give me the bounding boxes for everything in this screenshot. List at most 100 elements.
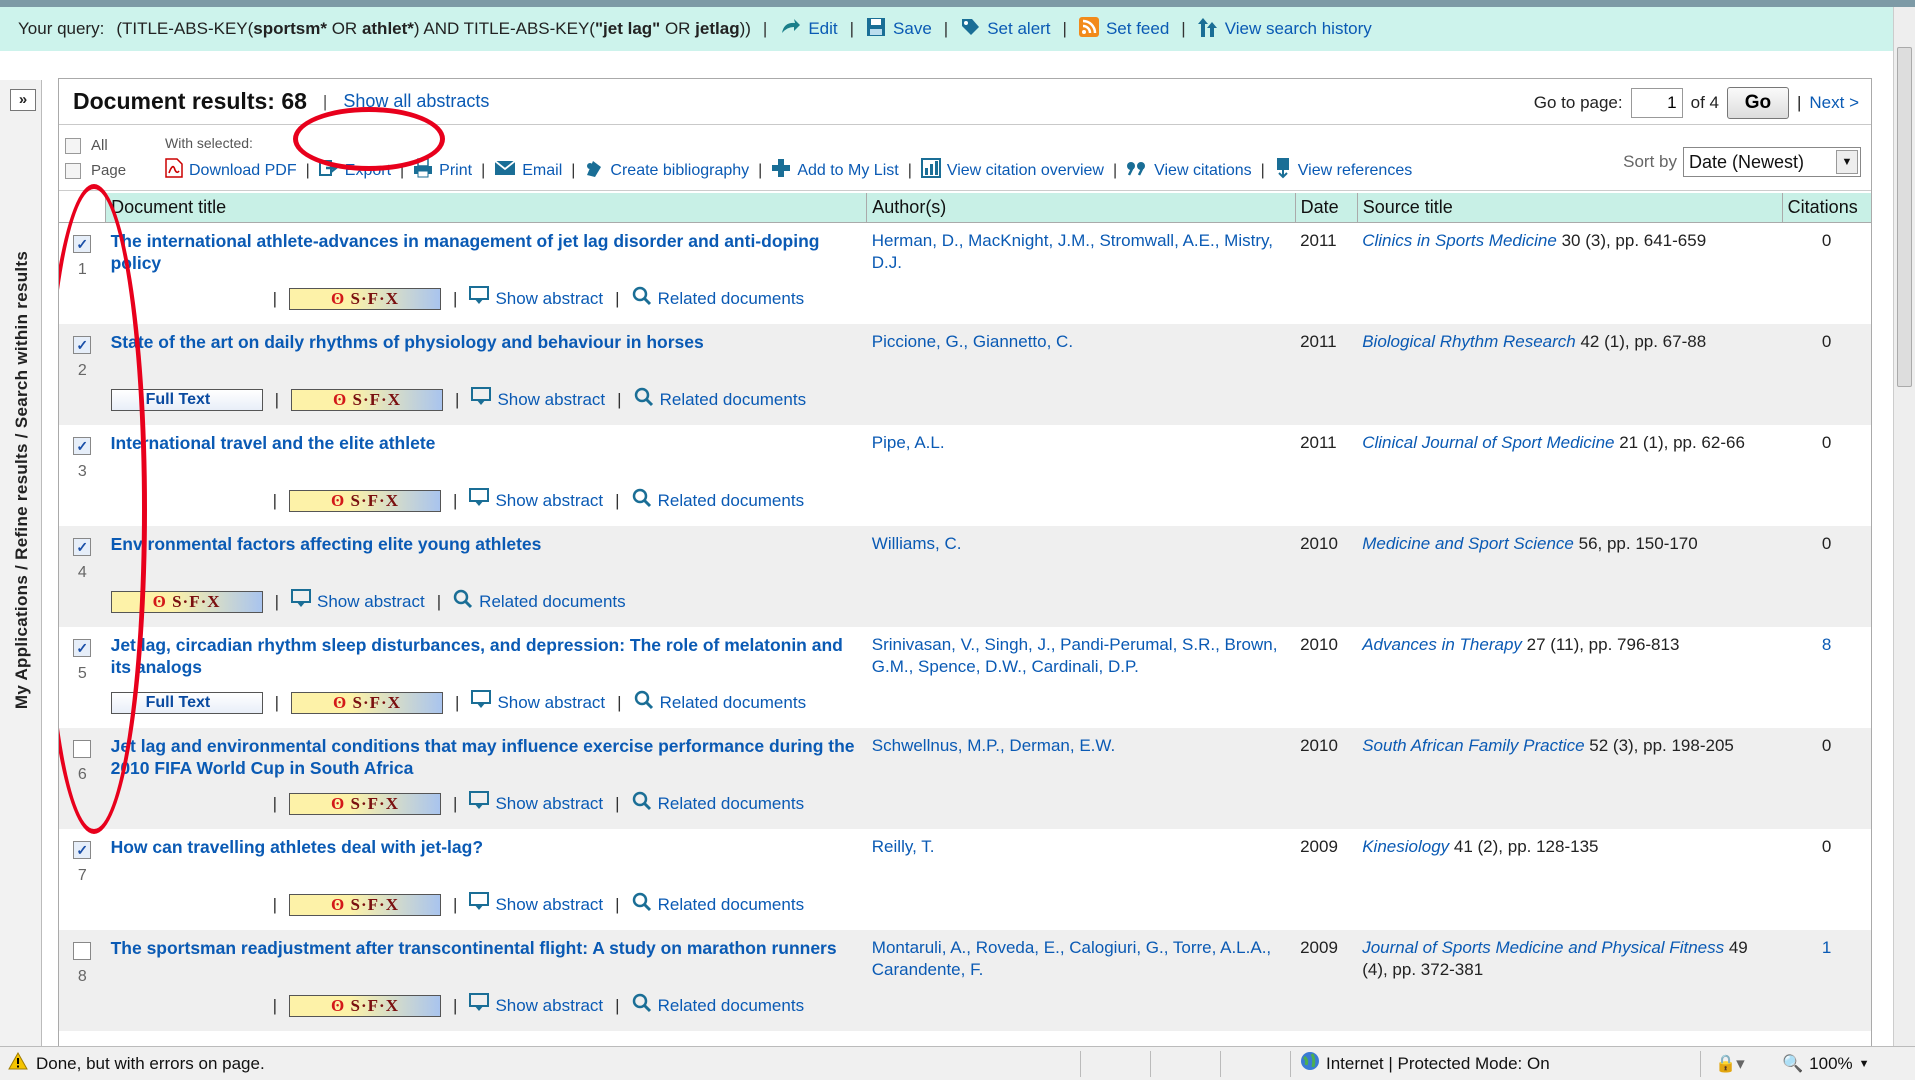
result-checkbox[interactable]	[73, 739, 92, 758]
sfx-button[interactable]: ʘ S·F·X	[289, 288, 442, 310]
save-search-link[interactable]: Save	[866, 17, 932, 42]
document-title-link[interactable]: State of the art on daily rhythms of phy…	[111, 331, 862, 379]
authors-link[interactable]: Schwellnus, M.P., Derman, E.W.	[872, 736, 1115, 755]
result-checkbox[interactable]: ✓	[73, 840, 92, 859]
magnifier-icon: 🔍	[1782, 1053, 1804, 1073]
authors-link[interactable]: Montaruli, A., Roveda, E., Calogiuri, G.…	[872, 938, 1271, 979]
source-title-link[interactable]: Advances in Therapy	[1362, 635, 1522, 654]
expand-sidebar-button[interactable]: »	[10, 89, 36, 111]
authors-link[interactable]: Williams, C.	[872, 534, 962, 553]
sfx-button[interactable]: ʘ S·F·X	[289, 893, 442, 916]
document-title-link[interactable]: The sportsman readjustment after transco…	[111, 937, 862, 985]
view-search-history-link[interactable]: View search history	[1197, 16, 1372, 43]
result-actions: | ʘ S·F·X | Show abstract | Related documents	[111, 992, 862, 1019]
security-zone[interactable]: Internet | Protected Mode: On	[1300, 1051, 1550, 1076]
related-documents-link[interactable]: Related documents	[453, 589, 626, 615]
related-documents-link[interactable]: Related documents	[632, 791, 804, 817]
related-documents-link[interactable]: Related documents	[632, 286, 804, 312]
column-header-date[interactable]: Date	[1294, 193, 1358, 223]
full-text-button[interactable]: Full Text	[110, 388, 263, 411]
authors-link[interactable]: Piccione, G., Giannetto, C.	[872, 332, 1073, 351]
citation-count[interactable]: 8	[1782, 627, 1871, 728]
chevron-down-icon[interactable]: ▼	[1836, 150, 1858, 174]
next-page-link[interactable]: Next >	[1809, 93, 1859, 113]
select-page-checkbox[interactable]	[65, 163, 81, 180]
show-abstract-link[interactable]: Show abstract	[469, 487, 603, 514]
download-pdf-link[interactable]: Download PDF	[165, 158, 297, 183]
create-bibliography-link[interactable]: Create bibliography	[584, 158, 749, 183]
result-checkbox[interactable]: ✓	[73, 335, 92, 354]
export-link[interactable]: Export	[318, 159, 391, 182]
sidebar-label[interactable]: My Applications / Refine results / Searc…	[12, 251, 32, 709]
column-header-authors[interactable]: Author(s)	[866, 193, 1296, 223]
set-feed-link[interactable]: Set feed	[1078, 16, 1169, 42]
document-title-link[interactable]: International travel and the elite athle…	[111, 432, 862, 480]
authors-link[interactable]: Herman, D., MacKnight, J.M., Stromwall, …	[872, 231, 1273, 272]
document-title-link[interactable]: Environmental factors affecting elite yo…	[111, 533, 862, 581]
view-citations-link[interactable]: View citations	[1126, 160, 1252, 181]
printer-icon	[413, 158, 433, 183]
status-message[interactable]: Done, but with errors on page.	[36, 1054, 265, 1074]
sort-select[interactable]: Date (Newest) ▼	[1683, 147, 1861, 177]
source-title-link[interactable]: Journal of Sports Medicine and Physical …	[1362, 938, 1724, 957]
sfx-button[interactable]: ʘ S·F·X	[291, 691, 444, 714]
page-scrollbar[interactable]	[1893, 7, 1915, 1046]
view-citation-overview-link[interactable]: View citation overview	[920, 158, 1104, 183]
sfx-button[interactable]: ʘ S·F·X	[289, 792, 442, 815]
source-title-link[interactable]: Medicine and Sport Science	[1362, 534, 1574, 553]
source-title-link[interactable]: Clinical Journal of Sport Medicine	[1362, 433, 1614, 452]
column-header-source-title[interactable]: Source title	[1356, 193, 1783, 223]
full-text-button[interactable]: Full Text	[110, 691, 263, 714]
result-checkbox[interactable]: ✓	[73, 537, 92, 556]
authors-link[interactable]: Srinivasan, V., Singh, J., Pandi-Perumal…	[872, 635, 1278, 676]
sfx-button[interactable]: ʘ S·F·X	[289, 994, 442, 1017]
show-abstract-link[interactable]: Show abstract	[471, 689, 605, 716]
view-references-link[interactable]: View references	[1274, 157, 1412, 184]
show-abstract-link[interactable]: Show abstract	[469, 891, 603, 918]
sfx-button[interactable]: ʘ S·F·X	[110, 590, 263, 613]
related-documents-link[interactable]: Related documents	[632, 488, 804, 514]
source-title-link[interactable]: Kinesiology	[1362, 837, 1449, 856]
related-documents-link[interactable]: Related documents	[632, 993, 804, 1019]
scrollbar-thumb[interactable]	[1897, 47, 1912, 387]
source-title-link[interactable]: Clinics in Sports Medicine	[1362, 231, 1557, 250]
protected-mode-lock-icon[interactable]: 🔒▾	[1715, 1054, 1745, 1074]
source-title-link[interactable]: Biological Rhythm Research	[1362, 332, 1576, 351]
related-documents-link[interactable]: Related documents	[632, 892, 804, 918]
show-abstract-link[interactable]: Show abstract	[469, 286, 603, 312]
column-header-document-title[interactable]: Document title	[105, 193, 867, 223]
zoom-control[interactable]: 🔍 100% ▼	[1782, 1054, 1870, 1074]
authors-link[interactable]: Pipe, A.L.	[872, 433, 945, 452]
sfx-button[interactable]: ʘ S·F·X	[289, 489, 442, 512]
result-checkbox[interactable]: ✓	[73, 235, 92, 253]
sfx-button[interactable]: ʘ S·F·X	[291, 388, 444, 411]
column-header-citations[interactable]: Citations	[1781, 193, 1871, 223]
authors-link[interactable]: Reilly, T.	[872, 837, 935, 856]
document-title-link[interactable]: The international athlete-advances in ma…	[111, 230, 862, 278]
go-button[interactable]: Go	[1726, 87, 1789, 119]
select-all-checkbox[interactable]	[65, 138, 81, 155]
page-number-input[interactable]	[1630, 88, 1683, 118]
result-checkbox[interactable]: ✓	[73, 638, 92, 657]
email-link[interactable]: Email	[494, 160, 562, 181]
show-abstract-link[interactable]: Show abstract	[469, 790, 603, 817]
add-to-my-list-link[interactable]: Add to My List	[771, 158, 899, 183]
source-title-link[interactable]: South African Family Practice	[1362, 736, 1584, 755]
search-icon	[632, 993, 652, 1019]
show-abstract-link[interactable]: Show abstract	[471, 386, 605, 413]
related-documents-link[interactable]: Related documents	[634, 387, 806, 413]
document-title-link[interactable]: How can travelling athletes deal with je…	[111, 836, 862, 884]
show-abstract-link[interactable]: Show abstract	[291, 588, 425, 615]
show-all-abstracts-link[interactable]: Show all abstracts	[343, 91, 489, 112]
result-checkbox[interactable]	[73, 941, 92, 960]
print-link[interactable]: Print	[413, 158, 472, 183]
document-title-link[interactable]: Jet lag and environmental conditions tha…	[111, 735, 862, 783]
document-title-link[interactable]: Jet lag, circadian rhythm sleep disturba…	[111, 634, 862, 682]
warning-icon[interactable]	[8, 1051, 28, 1075]
set-alert-link[interactable]: Set alert	[960, 17, 1051, 42]
related-documents-link[interactable]: Related documents	[634, 690, 806, 716]
result-checkbox[interactable]: ✓	[73, 436, 92, 455]
edit-query-link[interactable]: Edit	[779, 17, 838, 42]
citation-count[interactable]: 1	[1782, 929, 1871, 1031]
show-abstract-link[interactable]: Show abstract	[469, 992, 603, 1019]
